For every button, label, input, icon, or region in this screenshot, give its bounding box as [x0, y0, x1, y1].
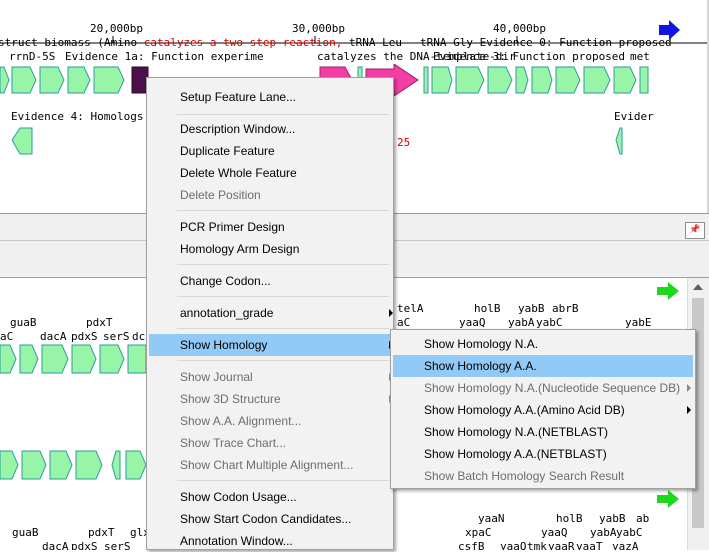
submenu-arrow-icon: [687, 406, 691, 414]
menu-separator: [177, 480, 389, 481]
menu-item-show-trace-chart: Show Trace Chart...: [180, 436, 287, 450]
show-homology-submenu: Show Homology N.A. Show Homology A.A. Sh…: [390, 329, 696, 489]
position-marker: 25: [397, 136, 411, 149]
gene-label: telA: [397, 302, 424, 315]
gene-label: dacA: [42, 540, 69, 550]
scroll-right-arrow-icon[interactable]: [657, 490, 681, 508]
submenu-arrow-icon: [687, 384, 691, 392]
menu-item-pcr-primer-design[interactable]: PCR Primer Design: [149, 216, 391, 238]
menu-separator: [177, 114, 389, 115]
gene-label: abrB: [552, 302, 579, 315]
menu-item-change-codon[interactable]: Change Codon...: [149, 270, 391, 292]
menu-separator: [177, 210, 389, 211]
gene-label: yabB: [599, 512, 626, 525]
menu-item-show-3d-structure: Show 3D Structure: [180, 392, 281, 406]
feature-label: Evidence 3: Function proposed: [433, 50, 626, 63]
submenu-item-homology-na-netblast[interactable]: Show Homology N.A.(NETBLAST): [393, 421, 693, 443]
gene-label: pdxT: [88, 526, 115, 539]
menu-item-show-start-codon-candidates[interactable]: Show Start Codon Candidates...: [149, 508, 391, 530]
gene-label: yabC: [616, 526, 643, 539]
gene-label: guaB: [10, 316, 37, 329]
menu-separator: [177, 264, 389, 265]
menu-item-delete-position: Delete Position: [180, 188, 261, 202]
gene-label: aC: [397, 316, 411, 329]
menu-item-show-chart-multiple-alignment: Show Chart Multiple Alignment...: [180, 458, 354, 472]
gene-label: csfB: [458, 540, 485, 550]
menu-item-duplicate-feature[interactable]: Duplicate Feature: [149, 140, 391, 162]
menu-separator: [177, 360, 389, 361]
feature-label: Evidence 1a: Function experime: [65, 50, 264, 63]
gene-label: yaaQ: [541, 526, 568, 539]
feature-label: Evider: [614, 110, 654, 123]
gene-label: pdxS: [71, 540, 98, 550]
gene-label: yabE: [625, 316, 652, 329]
menu-item-description-window[interactable]: Description Window...: [149, 118, 391, 140]
submenu-item-homology-na-nucleotide-db: Show Homology N.A.(Nucleotide Sequence D…: [424, 381, 681, 395]
menu-item-annotation-window[interactable]: Annotation Window...: [149, 530, 391, 552]
gene-label: guaB: [12, 526, 39, 539]
feature-desc-label: tRNA-Gly Evidence 0: Function proposed: [420, 36, 672, 49]
submenu-item-batch-homology-result: Show Batch Homology Search Result: [424, 469, 625, 483]
scroll-right-arrow-icon[interactable]: [657, 282, 681, 300]
gene-label: holB: [474, 302, 501, 315]
gene-label: holB: [556, 512, 583, 525]
menu-item-delete-whole-feature[interactable]: Delete Whole Feature: [149, 162, 391, 184]
gene-label: yaaN: [478, 512, 505, 525]
menu-item-annotation-grade[interactable]: annotation_grade: [149, 302, 391, 324]
gene-label: pdxT: [86, 316, 113, 329]
menu-item-show-codon-usage[interactable]: Show Codon Usage...: [149, 486, 391, 508]
gene-label: yabC: [536, 316, 563, 329]
submenu-item-homology-na[interactable]: Show Homology N.A.: [393, 333, 693, 355]
feature-label: met: [630, 50, 650, 63]
feature-desc-label: struct biomass (Amino catalyzes a two st…: [0, 36, 402, 49]
menu-item-show-aa-alignment: Show A.A. Alignment...: [180, 414, 302, 428]
context-menu: Setup Feature Lane... Description Window…: [146, 77, 394, 550]
gene-label: ab: [636, 512, 650, 525]
feature-label: Evidence 4: Homologs of: [11, 110, 164, 123]
submenu-item-homology-aa-netblast[interactable]: Show Homology A.A.(NETBLAST): [393, 443, 693, 465]
scroll-up-arrow-icon[interactable]: [693, 284, 703, 290]
submenu-item-homology-aa-amino-acid-db[interactable]: Show Homology A.A.(Amino Acid DB): [393, 399, 693, 421]
gene-label: yazA: [612, 540, 639, 550]
menu-separator: [177, 296, 389, 297]
pin-icon[interactable]: 📌: [685, 222, 705, 239]
menu-item-setup-feature-lane[interactable]: Setup Feature Lane...: [149, 86, 391, 108]
submenu-item-homology-aa[interactable]: Show Homology A.A.: [393, 355, 693, 377]
menu-item-show-homology[interactable]: Show Homology: [149, 334, 391, 356]
gene-label: tmk: [527, 540, 547, 550]
menu-item-show-journal: Show Journal: [180, 370, 253, 384]
gene-label: serS: [104, 540, 131, 550]
gene-label: xpaC: [465, 526, 492, 539]
gene-label: yaaT: [576, 540, 603, 550]
menu-separator: [177, 328, 389, 329]
gene-label: yaaQ: [500, 540, 527, 550]
gene-label: yabB: [518, 302, 545, 315]
gene-label: yabA: [590, 526, 617, 539]
menu-item-homology-arm-design[interactable]: Homology Arm Design: [149, 238, 391, 260]
submenu-arrow-icon: [389, 309, 393, 317]
gene-label: yabA: [508, 316, 535, 329]
gene-label: yaaR: [548, 540, 575, 550]
gene-label: yaaQ: [459, 316, 486, 329]
feature-label: rrnD-5S: [9, 50, 56, 63]
